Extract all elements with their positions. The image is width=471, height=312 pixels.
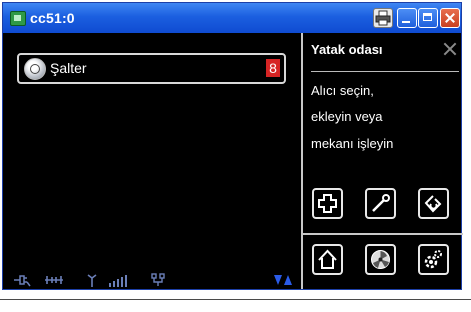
add-button[interactable] <box>312 188 343 219</box>
settings-button[interactable] <box>418 244 449 275</box>
settings-icon <box>424 250 442 269</box>
device-count-badge: 8 <box>266 59 280 77</box>
add-icon <box>318 194 337 213</box>
instruction-line-2: ekleyin veya <box>311 109 383 124</box>
instruction-line-3: mekanı işleyin <box>311 136 394 151</box>
link-icon <box>45 276 63 284</box>
home-button[interactable] <box>312 244 343 275</box>
triangles-icon[interactable] <box>273 273 293 287</box>
room-panel: Yatak odası Alıcı seçin, ekleyin veya me… <box>301 33 463 289</box>
window-title: cc51:0 <box>30 10 75 26</box>
plug-icon <box>14 275 31 287</box>
app-icon <box>10 11 26 26</box>
wrench-icon <box>372 194 390 212</box>
print-button[interactable] <box>373 8 393 28</box>
room-title: Yatak odası <box>311 42 383 57</box>
close-button[interactable] <box>440 8 460 28</box>
refresh-icon <box>424 195 442 213</box>
minimize-button[interactable] <box>397 8 417 28</box>
switch-icon <box>24 58 46 80</box>
maximize-button[interactable] <box>418 8 438 28</box>
antenna-icon <box>87 274 97 287</box>
instruction-line-1: Alıcı seçin, <box>311 83 374 98</box>
fan-icon <box>371 250 390 269</box>
main-content: Şalter 8 Yatak odası Alıcı seçin, ekleyi… <box>3 33 463 289</box>
app-window: cc51:0 Şalter 8 Yatak odası Alıcı seçin,… <box>2 2 463 290</box>
title-bar[interactable]: cc51:0 <box>3 3 461 33</box>
panel-close-icon[interactable] <box>443 42 457 56</box>
panel-divider <box>311 71 459 72</box>
undo-button[interactable] <box>418 188 449 219</box>
bottom-divider <box>0 299 471 300</box>
edit-button[interactable] <box>365 188 396 219</box>
device-label: Şalter <box>50 60 87 76</box>
network-icon <box>151 273 165 286</box>
printer-icon <box>375 10 391 26</box>
signal-bars-icon <box>109 273 131 287</box>
panel-bottom-divider <box>303 233 463 235</box>
device-row-salter[interactable]: Şalter 8 <box>17 53 286 84</box>
home-icon <box>318 249 337 269</box>
fan-button[interactable] <box>365 244 396 275</box>
